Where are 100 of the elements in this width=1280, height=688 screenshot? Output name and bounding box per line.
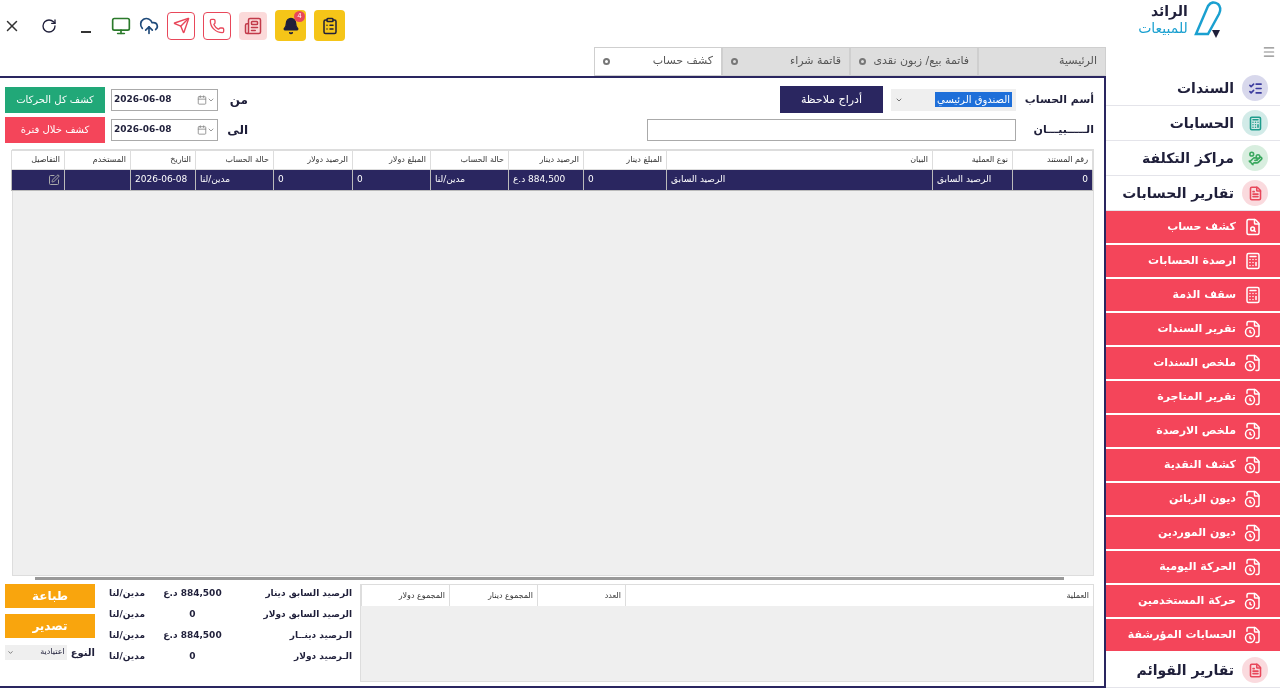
column-header: المبلغ دينار	[583, 150, 667, 170]
logo-title: الرائد	[1149, 2, 1188, 21]
table-cell: مدين/لنا	[435, 174, 466, 185]
sidebar-subitem[interactable]: الحركة اليومية	[1106, 551, 1280, 585]
all-movements-button[interactable]: كشف كل الحركات	[5, 86, 105, 113]
column-header: حالة الحساب	[195, 150, 274, 170]
file-clock-icon	[1244, 388, 1262, 406]
edit-icon[interactable]	[48, 173, 60, 186]
sidebar-subitem[interactable]: سقف الذمة	[1106, 279, 1280, 313]
account-select[interactable]: الصندوق الرئيسي	[891, 88, 1016, 111]
cloud-icon[interactable]	[139, 15, 159, 36]
table-cell: 0	[357, 174, 363, 185]
summary-value: 0	[188, 608, 197, 622]
file-clock-icon	[1244, 456, 1262, 474]
summary-value: 0	[188, 650, 197, 664]
add-note-button[interactable]: أدراج ملاحظة	[780, 86, 883, 114]
file-clock-icon	[1244, 592, 1262, 610]
period-button[interactable]: كشف خلال فترة	[5, 116, 105, 143]
summary-label: الرصيد السابق دينار	[264, 587, 352, 601]
file-clock-icon	[1244, 524, 1262, 542]
summary-value: 884,500 د.ع	[162, 629, 223, 643]
field-label: أسم الحساب	[1024, 91, 1094, 108]
table-cell: 884,500 د.ع	[513, 174, 566, 185]
tab[interactable]: الرئيسية	[978, 47, 1106, 76]
summary-label: الرصيد السابق دولار	[262, 608, 352, 622]
sidebar-subitem[interactable]: ملخص السندات	[1106, 347, 1280, 381]
minimize-icon[interactable]	[81, 30, 91, 33]
date-field[interactable]: 2026-06-08	[111, 118, 218, 141]
tab[interactable]: كشف حساب	[594, 47, 722, 76]
sidebar-item[interactable]: تقارير القوائم	[1136, 659, 1234, 681]
column-header: نوع العملية	[932, 150, 1013, 170]
sidebar-subitem[interactable]: ديون الموردين	[1106, 517, 1280, 551]
print-button[interactable]: طباعة	[5, 584, 95, 609]
sidebar-subitem[interactable]: تقرير السندات	[1106, 313, 1280, 347]
table-cell: 0	[588, 174, 594, 185]
date-field[interactable]: 2026-06-08	[111, 88, 218, 111]
summary-status: مدين/لنا	[108, 650, 145, 664]
telegram-button[interactable]	[167, 11, 195, 40]
tab[interactable]: قاتمة شراء	[722, 47, 850, 76]
field-label: الى	[226, 121, 248, 139]
column-header: المجموع دينار	[449, 585, 537, 607]
table-cell: الرصيد السابق	[937, 174, 992, 185]
monitor-icon[interactable]	[111, 15, 131, 36]
column-header: المبلغ دولار	[352, 150, 431, 170]
table-cell: مدين/لنا	[200, 174, 231, 185]
file-clock-icon	[1244, 558, 1262, 576]
field-label: النوع	[70, 645, 95, 660]
sidebar-subitem[interactable]: كشف النقدية	[1106, 449, 1280, 483]
field-label: الـــــبيـــان	[1032, 121, 1094, 138]
sidebar-subitem[interactable]: الحسابات المؤرشفة	[1106, 619, 1280, 653]
column-header: الرصيد دولار	[273, 150, 353, 170]
column-header: العدد	[537, 585, 625, 607]
sidebar-subitem[interactable]: حركة المستخدمين	[1106, 585, 1280, 619]
sidebar-item[interactable]: مراكز التكلفة	[1141, 147, 1234, 169]
column-header: المجموع دولار	[361, 585, 449, 607]
bell-icon	[281, 16, 300, 35]
sidebar-subitem[interactable]: تقرير المتاجرة	[1106, 381, 1280, 415]
whatsapp-button[interactable]	[203, 11, 231, 40]
column-header: التاريخ	[130, 150, 196, 170]
summary-value: 884,500 د.ع	[162, 587, 223, 601]
tasks-button[interactable]	[314, 10, 345, 41]
horizontal-scrollbar[interactable]	[35, 577, 1064, 581]
table-cell: 0	[1082, 174, 1088, 185]
calendar-icon	[197, 124, 207, 135]
column-header: الرصيد دينار	[508, 150, 584, 170]
sidebar-subitem[interactable]: ارصدة الحسابات	[1106, 245, 1280, 279]
file-clock-icon	[1244, 320, 1262, 338]
summary-label: الـرصيد دولار	[292, 650, 352, 664]
summary-status: مدين/لنا	[108, 629, 145, 643]
file-clock-icon	[1244, 626, 1262, 644]
file-clock-icon	[1244, 422, 1262, 440]
sidebar-subitem[interactable]: كشف حساب	[1106, 211, 1280, 245]
column-header: حالة الحساب	[430, 150, 509, 170]
sidebar-item[interactable]: تقارير الحسابات	[1122, 182, 1234, 204]
calculator-icon	[1244, 286, 1262, 304]
statement-field[interactable]	[647, 118, 1016, 141]
column-header: العملية	[625, 585, 1093, 607]
paper-plane-icon	[172, 17, 190, 34]
table-cell: الرصيد السابق	[671, 174, 726, 185]
column-header: المستخدم	[64, 150, 131, 170]
summary-label: الـرصيد دينــار	[288, 629, 352, 643]
newspaper-icon	[244, 16, 262, 35]
column-header: التفاصيل	[11, 150, 65, 170]
sidebar-item[interactable]: السندات	[1177, 77, 1234, 99]
logo-subtitle: للمبيعات	[1138, 20, 1188, 38]
news-button[interactable]	[239, 11, 267, 40]
column-header: البيان	[666, 150, 933, 170]
type-select[interactable]: اعتيادية	[5, 644, 67, 660]
tab[interactable]: فاتمة بيع/ زبون نقدى	[850, 47, 978, 76]
export-button[interactable]: تصدير	[5, 614, 95, 639]
sidebar-item[interactable]: الحسابات	[1169, 112, 1234, 134]
sidebar-subitem[interactable]: ملخص الارصدة	[1106, 415, 1280, 449]
field-label: من	[228, 91, 248, 109]
file-clock-icon	[1244, 354, 1262, 372]
table-cell: 0	[278, 174, 284, 185]
caret-icon	[7, 648, 14, 656]
calculator-icon	[1244, 252, 1262, 270]
refresh-icon[interactable]	[41, 17, 57, 34]
sidebar-subitem[interactable]: ديون الزبائن	[1106, 483, 1280, 517]
column-header: رقم المستند	[1012, 150, 1093, 170]
